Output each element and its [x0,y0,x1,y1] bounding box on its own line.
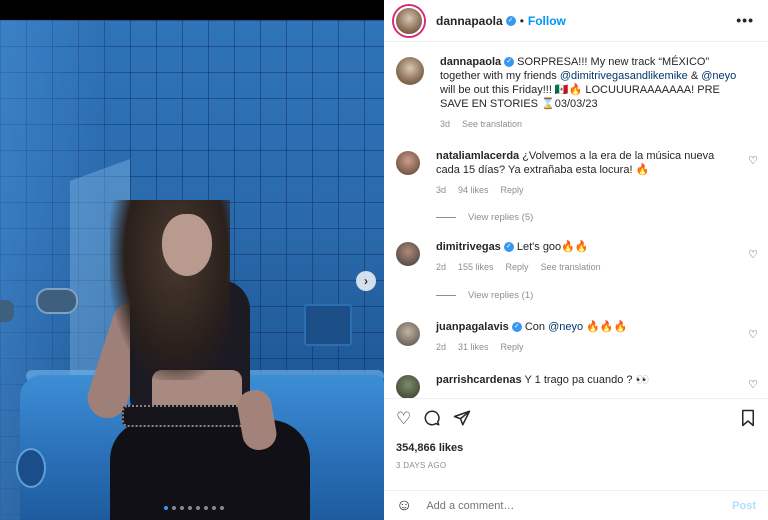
comment-heart-icon[interactable]: ♡ [748,328,758,341]
carousel-dot[interactable] [204,506,208,510]
commenter-username[interactable]: nataliamlacerda [436,150,519,162]
comment-icon[interactable] [423,409,441,432]
commenter-username[interactable]: parrishcardenas [436,374,522,386]
next-slide-icon[interactable]: › [356,271,376,291]
reply-button[interactable]: Reply [506,262,529,272]
caption-username[interactable]: dannapaola [440,56,501,68]
carousel-dot[interactable] [212,506,216,510]
comment-time: 2d [436,342,447,352]
verified-badge-icon: ✓ [504,57,515,68]
follow-button[interactable]: Follow [528,14,566,28]
comment-meta: 2d 155 likes Reply See translation [436,262,736,272]
share-icon[interactable] [453,409,471,432]
comment-input[interactable] [426,499,697,512]
caption-text-3: will be out this Friday!!! 🇲🇽🔥 LOCUUURAA… [440,84,720,110]
carousel-dot[interactable] [188,506,192,510]
mention-link[interactable]: @dimitrivegasandlikemike [560,70,688,82]
carousel-dot[interactable] [172,506,176,510]
reply-button[interactable]: Reply [501,342,524,352]
comment-time: 2d [436,262,447,272]
action-icons: ♡ [396,409,471,432]
caption-text: dannapaola ✓ SORPRESA!!! My new track “MÉ… [440,55,740,111]
heart-icon[interactable]: ♡ [396,409,411,432]
commenter-avatar[interactable] [396,375,420,398]
comment-body: Y 1 trago pa cuando ? 👀 [521,374,650,386]
comment-row: dimitrivegas ✓ Let's goo🔥🔥 2d 155 likes R… [396,240,756,272]
caption-text-2: & [687,70,702,82]
tub-drain [16,448,46,488]
comment-heart-icon[interactable]: ♡ [748,248,758,261]
view-replies-button[interactable]: View replies (5) [436,212,533,223]
comment-likes[interactable]: 155 likes [458,262,494,272]
caption-avatar[interactable] [396,57,424,85]
verified-badge-icon: ✓ [503,242,514,253]
commenter-avatar[interactable] [396,322,420,346]
separator-dot: • [519,13,524,28]
emoji-icon[interactable]: ☺ [396,497,412,515]
comment-text: dimitrivegas ✓ Let's goo🔥🔥 [436,240,736,254]
view-replies-label: View replies (5) [468,212,534,223]
subject-face [162,214,212,276]
commenter-avatar[interactable] [396,151,420,175]
comment-text: juanpagalavis ✓ Con @neyo 🔥🔥🔥 [436,320,736,334]
caption-row: dannapaola ✓ SORPRESA!!! My new track “MÉ… [396,55,756,129]
post-timestamp: 3 DAYS AGO [396,461,447,470]
mention-link[interactable]: @neyo [701,70,736,82]
replies-line [436,295,456,296]
comment-meta: 3d 94 likes Reply [436,185,736,195]
see-translation-link[interactable]: See translation [541,262,601,272]
verified-badge-icon: ✓ [511,322,522,333]
post-actions: ♡ 354,866 likes 3 DAYS AGO [384,398,768,490]
comment-text: nataliamlacerda ¿Volvemos a la era de la… [436,149,736,177]
replies-line [436,217,456,218]
post-button[interactable]: Post [732,500,756,512]
soap-dish [304,304,352,346]
add-comment-bar: ☺ Post [384,490,768,520]
author-avatar[interactable] [394,5,424,36]
carousel-dot[interactable] [196,506,200,510]
post-header: dannapaola ✓ • Follow ••• [384,0,768,42]
like-count[interactable]: 354,866 likes [396,442,463,454]
faucet-handle-left [0,300,14,322]
post-side-panel: dannapaola ✓ • Follow ••• dannapaola ✓ SO… [384,0,768,520]
comment-meta: 2d 31 likes Reply [436,342,736,352]
comment-time: 3d [436,185,447,195]
carousel-dots [164,506,224,510]
subject-legs [110,420,310,520]
verified-badge-icon: ✓ [505,15,516,26]
caption-meta: 3d See translation [440,119,740,129]
more-options-icon[interactable]: ••• [736,12,754,28]
comment-heart-icon[interactable]: ♡ [748,378,758,391]
carousel-dot[interactable] [164,506,168,510]
comment-body: Let's goo🔥🔥 [513,241,589,253]
comment-text: parrishcardenas Y 1 trago pa cuando ? 👀 [436,373,736,387]
bookmark-icon[interactable] [740,409,756,432]
author-username[interactable]: dannapaola [436,14,503,28]
view-replies-label: View replies (1) [468,290,534,301]
comments-list[interactable]: dannapaola ✓ SORPRESA!!! My new track “MÉ… [384,43,768,398]
commenter-avatar[interactable] [396,242,420,266]
comment-body: Con [521,321,549,333]
photo-subject [82,200,310,520]
comment-body-end: 🔥🔥🔥 [583,321,628,333]
faucet-handle [36,288,78,314]
carousel-dot[interactable] [180,506,184,510]
comment-row: juanpagalavis ✓ Con @neyo 🔥🔥🔥 2d 31 likes… [396,320,756,352]
commenter-username[interactable]: dimitrivegas [436,241,501,253]
comment-likes[interactable]: 94 likes [458,185,489,195]
mention-link[interactable]: @neyo [548,321,583,333]
see-translation-link[interactable]: See translation [462,119,522,129]
view-replies-button[interactable]: View replies (1) [436,290,533,301]
comment-heart-icon[interactable]: ♡ [748,154,758,167]
comment-row: parrishcardenas Y 1 trago pa cuando ? 👀 [396,373,756,398]
commenter-username[interactable]: juanpagalavis [436,321,509,333]
carousel-dot[interactable] [220,506,224,510]
comment-likes[interactable]: 31 likes [458,342,489,352]
caption-time: 3d [440,119,451,129]
post-media[interactable]: › [0,20,384,520]
comment-row: nataliamlacerda ¿Volvemos a la era de la… [396,149,756,195]
reply-button[interactable]: Reply [501,185,524,195]
